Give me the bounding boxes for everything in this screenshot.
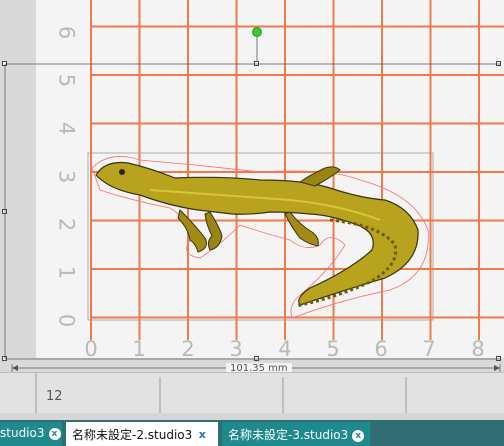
close-circle-icon[interactable]: x (352, 430, 365, 442)
ruler-ticks (35, 373, 407, 413)
close-circle-icon[interactable]: x (48, 428, 61, 440)
bottom-ruler: 12 (0, 372, 504, 413)
tab-untitled-2[interactable]: 名称未設定-2.studio3 x (66, 422, 218, 446)
tab-studio3[interactable]: studio3 x (0, 422, 62, 446)
tab-untitled-3[interactable]: 名称未設定-3.studio3 x (222, 422, 370, 446)
tab-label: 名称未設定-2.studio3 (72, 428, 193, 442)
design-canvas[interactable]: 6 5 4 3 2 1 0 0 1 2 3 4 5 6 7 8 (0, 0, 504, 372)
selection-frame (4, 63, 501, 372)
tab-label: studio3 (0, 426, 45, 440)
ruler-value: 12 (46, 389, 63, 404)
close-x-icon[interactable]: x (196, 429, 208, 441)
tab-label: 名称未設定-3.studio3 (228, 428, 349, 442)
document-tab-bar: studio3 x 名称未設定-2.studio3 x 名称未設定-3.studio… (0, 420, 504, 446)
